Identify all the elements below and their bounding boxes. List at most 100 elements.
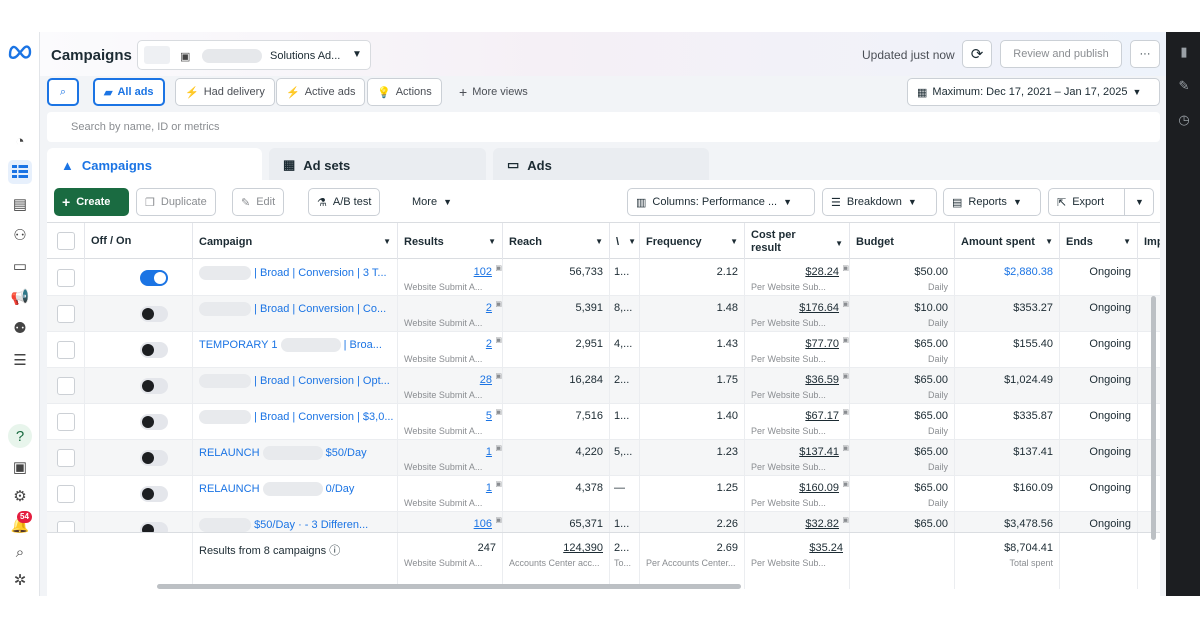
table-row[interactable]: | Broad | Conversion | Opt... 28 ▣ Website … bbox=[47, 368, 1160, 404]
col-amount-spent[interactable]: Amount spent ▼ bbox=[955, 223, 1060, 260]
campaign-name-link[interactable]: RELAUNCH $50/Day bbox=[199, 446, 367, 460]
row-checkbox[interactable] bbox=[57, 485, 75, 503]
search-toggle-button[interactable]: ⌕ bbox=[47, 78, 79, 106]
caret-down-icon: ▼ bbox=[443, 197, 452, 207]
bolt-icon: ⚡ bbox=[286, 86, 300, 99]
tab-campaigns[interactable]: ▲ Campaigns bbox=[47, 148, 262, 182]
campaign-toggle[interactable] bbox=[140, 378, 168, 394]
select-all-checkbox[interactable] bbox=[57, 232, 75, 250]
row-toggle-cell bbox=[85, 404, 193, 440]
refresh-button[interactable]: ⟳ bbox=[962, 40, 992, 68]
settings-gear-icon[interactable]: ⚙ bbox=[8, 484, 32, 508]
row-checkbox[interactable] bbox=[57, 449, 75, 467]
col-ends[interactable]: Ends ▼ bbox=[1060, 223, 1138, 260]
col-off-on[interactable]: Off / On bbox=[85, 223, 193, 260]
bar-chart-icon[interactable]: ▮ bbox=[1176, 44, 1192, 60]
row-checkbox[interactable] bbox=[57, 305, 75, 323]
search-metrics-input[interactable]: Search by name, ID or metrics bbox=[47, 112, 1160, 142]
dashboard-gauge-icon[interactable]: ◔ bbox=[8, 129, 32, 153]
info-icon[interactable]: ⓘ bbox=[329, 545, 340, 557]
cell-cost: $160.09 ▣ Per Website Sub... bbox=[745, 476, 850, 512]
col-cost-per-result[interactable]: Cost per result ▼ bbox=[745, 223, 850, 260]
row-checkbox[interactable] bbox=[57, 341, 75, 359]
table-row[interactable]: | Broad | Conversion | Co... 2 ▣ Website Su… bbox=[47, 296, 1160, 332]
campaign-name-cell: | Broad | Conversion | 3 T... bbox=[193, 260, 398, 296]
vertical-scrollbar[interactable] bbox=[1151, 296, 1156, 540]
tab-ads[interactable]: ▭ Ads bbox=[493, 148, 709, 182]
campaign-name-link[interactable]: | Broad | Conversion | $3,0... bbox=[199, 410, 394, 424]
all-ads-button[interactable]: ▰ All ads bbox=[93, 78, 165, 106]
menu-hamburger-icon[interactable]: ☰ bbox=[8, 348, 32, 372]
ab-test-button[interactable]: ⚗ A/B test bbox=[308, 188, 381, 216]
col-results[interactable]: Results ▼ bbox=[398, 223, 503, 260]
table-row[interactable]: | Broad | Conversion | 3 T... 102 ▣ Website… bbox=[47, 260, 1160, 296]
caret-down-icon: ▼ bbox=[1132, 87, 1142, 97]
campaigns-table-icon[interactable] bbox=[8, 160, 32, 184]
campaign-toggle[interactable] bbox=[140, 450, 168, 466]
campaign-toggle[interactable] bbox=[140, 414, 168, 430]
pencil-icon[interactable]: ✎ bbox=[1176, 78, 1192, 94]
tab-ad-sets[interactable]: ▦ Ad sets bbox=[269, 148, 486, 182]
col-reach[interactable]: Reach ▼ bbox=[503, 223, 610, 260]
people-network-icon[interactable]: ⚉ bbox=[8, 316, 32, 340]
totals-truncated: 2... To... bbox=[610, 533, 640, 589]
campaign-name-link[interactable]: TEMPORARY 1 | Broa... bbox=[199, 338, 382, 352]
row-checkbox[interactable] bbox=[57, 269, 75, 287]
export-icon: ⇱ bbox=[1057, 196, 1067, 209]
page-title: Campaigns bbox=[51, 47, 132, 64]
breakdown-dropdown[interactable]: ☰ Breakdown ▼ bbox=[822, 188, 937, 216]
billing-card-icon[interactable]: ▭ bbox=[8, 254, 32, 278]
meta-logo-icon[interactable] bbox=[7, 43, 33, 59]
active-ads-button[interactable]: ⚡ Active ads bbox=[276, 78, 366, 106]
col-budget[interactable]: Budget bbox=[850, 223, 955, 260]
had-delivery-button[interactable]: ⚡ Had delivery bbox=[175, 78, 275, 106]
campaign-toggle[interactable] bbox=[140, 270, 168, 286]
search-icon[interactable]: ⌕ bbox=[8, 540, 32, 564]
help-icon[interactable]: ? bbox=[8, 424, 32, 448]
edit-button[interactable]: ✎ Edit bbox=[232, 188, 285, 216]
campaign-toggle[interactable] bbox=[140, 486, 168, 502]
review-publish-button[interactable]: Review and publish bbox=[1000, 40, 1122, 68]
more-options-button[interactable]: ··· bbox=[1130, 40, 1160, 68]
create-button[interactable]: + Create bbox=[54, 188, 129, 216]
export-button[interactable]: ⇱ Export ▼ bbox=[1048, 188, 1154, 216]
campaign-name-link[interactable]: | Broad | Conversion | 3 T... bbox=[199, 266, 387, 280]
reports-dropdown[interactable]: ▤ Reports ▼ bbox=[943, 188, 1041, 216]
campaign-name-link[interactable]: | Broad | Conversion | Co... bbox=[199, 302, 386, 316]
row-checkbox[interactable] bbox=[57, 377, 75, 395]
table-row[interactable]: TEMPORARY 1 | Broa... 2 ▣ Website Submit A.… bbox=[47, 332, 1160, 368]
campaign-name-link[interactable]: RELAUNCH 0/Day bbox=[199, 482, 354, 496]
bug-report-icon[interactable]: ✲ bbox=[8, 568, 32, 592]
col-campaign[interactable]: Campaign ▼ bbox=[193, 223, 398, 260]
row-checkbox[interactable] bbox=[57, 413, 75, 431]
col-impressions[interactable]: Impression bbox=[1138, 223, 1160, 260]
cell-trunc: — bbox=[610, 476, 640, 512]
columns-icon: ▥ bbox=[636, 196, 647, 209]
duplicate-button[interactable]: ❐ Duplicate bbox=[136, 188, 216, 216]
megaphone-icon[interactable]: 📢 bbox=[8, 285, 32, 309]
totals-frequency: 2.69 Per Accounts Center... bbox=[640, 533, 745, 589]
actions-button[interactable]: 💡 Actions bbox=[367, 78, 442, 106]
pages-icon[interactable]: ▤ bbox=[8, 192, 32, 216]
table-row[interactable]: | Broad | Conversion | $3,0... 5 ▣ Website … bbox=[47, 404, 1160, 440]
history-clock-icon[interactable]: ◷ bbox=[1176, 112, 1192, 128]
cell-frequency: 1.43 bbox=[640, 332, 745, 368]
account-selector[interactable]: ▣ Solutions Ad... ▼ bbox=[137, 40, 371, 70]
campaign-toggle[interactable] bbox=[140, 342, 168, 358]
sort-caret-icon: ▼ bbox=[595, 237, 603, 246]
horizontal-scrollbar[interactable] bbox=[157, 584, 741, 589]
table-row[interactable]: RELAUNCH $50/Day 1 ▣ Website Submit A... 4,2… bbox=[47, 440, 1160, 476]
date-range-picker[interactable]: ▦ Maximum: Dec 17, 2021 – Jan 17, 2025 ▼ bbox=[907, 78, 1160, 106]
audiences-icon[interactable]: ⚇ bbox=[8, 223, 32, 247]
row-select-cell bbox=[47, 404, 85, 440]
more-button[interactable]: More ▼ bbox=[404, 188, 460, 216]
columns-dropdown[interactable]: ▥ Columns: Performance ... ▼ bbox=[627, 188, 815, 216]
campaign-toggle[interactable] bbox=[140, 306, 168, 322]
col-frequency[interactable]: Frequency ▼ bbox=[640, 223, 745, 260]
col-truncated[interactable]: \ ▼ bbox=[610, 223, 640, 260]
campaign-name-link[interactable]: $50/Day · - 3 Differen... bbox=[199, 518, 368, 532]
more-views-button[interactable]: + More views bbox=[450, 78, 537, 106]
campaign-name-link[interactable]: | Broad | Conversion | Opt... bbox=[199, 374, 390, 388]
table-row[interactable]: RELAUNCH 0/Day 1 ▣ Website Submit A... 4,378… bbox=[47, 476, 1160, 512]
news-icon[interactable]: ▣ bbox=[8, 455, 32, 479]
